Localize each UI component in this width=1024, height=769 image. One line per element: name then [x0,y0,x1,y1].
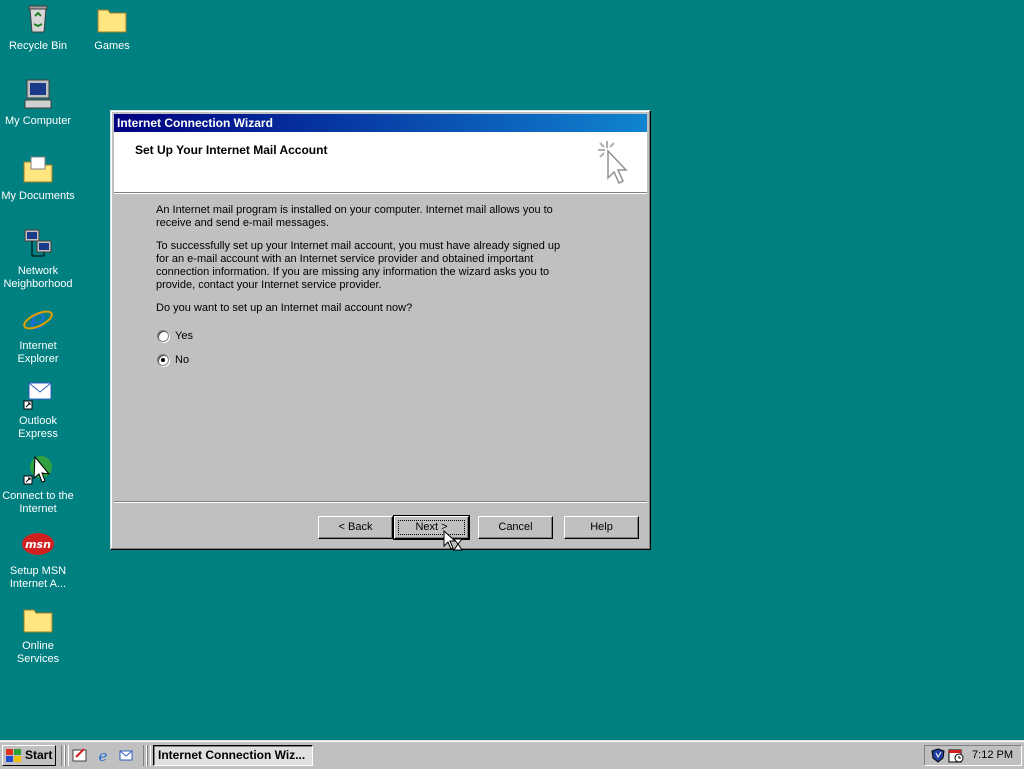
wizard-window: Internet Connection Wizard Set Up Your I… [110,110,651,550]
footer-divider [114,501,647,503]
wizard-body: An Internet mail program is installed on… [156,204,576,325]
shield-icon[interactable] [931,748,945,766]
taskbar: Start e Internet Connection Wiz... 7:12 … [0,740,1024,769]
icon-label: Setup MSN Internet A... [9,565,67,590]
internet-explorer-icon: e [21,302,55,336]
folder-icon [95,2,129,36]
wizard-cursor-icon [595,138,635,188]
desktop-icon-internet-explorer[interactable]: e Internet Explorer [0,302,76,366]
radio-label-yes: Yes [175,330,193,342]
wizard-page-title: Set Up Your Internet Mail Account [135,143,328,157]
window-title: Internet Connection Wizard [117,116,273,130]
connect-wizard-icon [21,452,55,486]
icon-label: Connect to the Internet [2,490,74,515]
busy-cursor-icon [443,529,465,552]
radio-yes[interactable]: Yes [157,330,193,342]
icon-label: Recycle Bin [8,40,68,52]
scheduler-icon[interactable] [948,748,964,766]
icon-label: Games [94,40,130,52]
radio-no[interactable]: No [157,354,189,366]
desktop-icon-my-computer[interactable]: My Computer [0,77,76,128]
radio-label-no: No [175,354,190,366]
internet-explorer-icon[interactable]: e [95,747,111,765]
svg-text:msn: msn [25,538,51,551]
desktop-icon-recycle-bin[interactable]: Recycle Bin [0,2,76,53]
svg-text:e: e [30,303,47,336]
header-divider [114,193,647,194]
taskbar-window-button[interactable]: Internet Connection Wiz... [153,745,313,766]
outlook-express-icon [21,377,55,411]
start-label: Start [25,748,53,762]
network-icon [21,227,55,261]
icon-label: Online Services [16,640,60,665]
cancel-button[interactable]: Cancel [478,516,553,539]
radio-button[interactable] [157,354,169,366]
documents-folder-icon [21,152,55,186]
desktop-icon-network-neighborhood[interactable]: Network Neighborhood [0,227,76,291]
recycle-bin-icon [21,2,55,36]
back-button[interactable]: < Back [318,516,393,539]
icon-label: My Computer [4,115,72,127]
desktop-icon-connect-to-internet[interactable]: Connect to the Internet [0,452,76,516]
help-button[interactable]: Help [564,516,639,539]
svg-text:e: e [99,747,108,763]
start-button[interactable]: Start [2,745,56,766]
msn-icon: msn [21,527,55,561]
desktop-icon-setup-msn[interactable]: msn Setup MSN Internet A... [0,527,76,591]
icon-label: Network Neighborhood [3,265,73,290]
icon-label: Internet Explorer [17,340,59,365]
clock[interactable]: 7:12 PM [972,749,1013,761]
windows-flag-icon [6,749,21,762]
system-tray: 7:12 PM [924,745,1022,766]
outlook-express-icon[interactable] [118,747,134,763]
question-text: Do you want to set up an Internet mail a… [156,302,413,314]
taskbar-separator [147,745,151,766]
radio-button[interactable] [157,330,169,342]
intro-paragraph: An Internet mail program is installed on… [156,204,553,229]
taskbar-separator [65,745,69,766]
instructions-paragraph: To successfully set up your Internet mai… [156,240,561,291]
show-desktop-icon[interactable] [72,747,88,763]
wizard-header: Set Up Your Internet Mail Account [114,132,647,193]
desktop-icon-online-services[interactable]: Online Services [0,602,76,666]
computer-icon [21,77,55,111]
icon-label: Outlook Express [18,415,58,440]
desktop-icon-games[interactable]: Games [74,2,150,53]
desktop-icon-my-documents[interactable]: My Documents [0,152,76,203]
folder-icon [21,602,55,636]
window-titlebar[interactable]: Internet Connection Wizard [114,114,647,132]
desktop-icon-outlook-express[interactable]: Outlook Express [0,377,76,441]
icon-label: My Documents [1,190,75,202]
